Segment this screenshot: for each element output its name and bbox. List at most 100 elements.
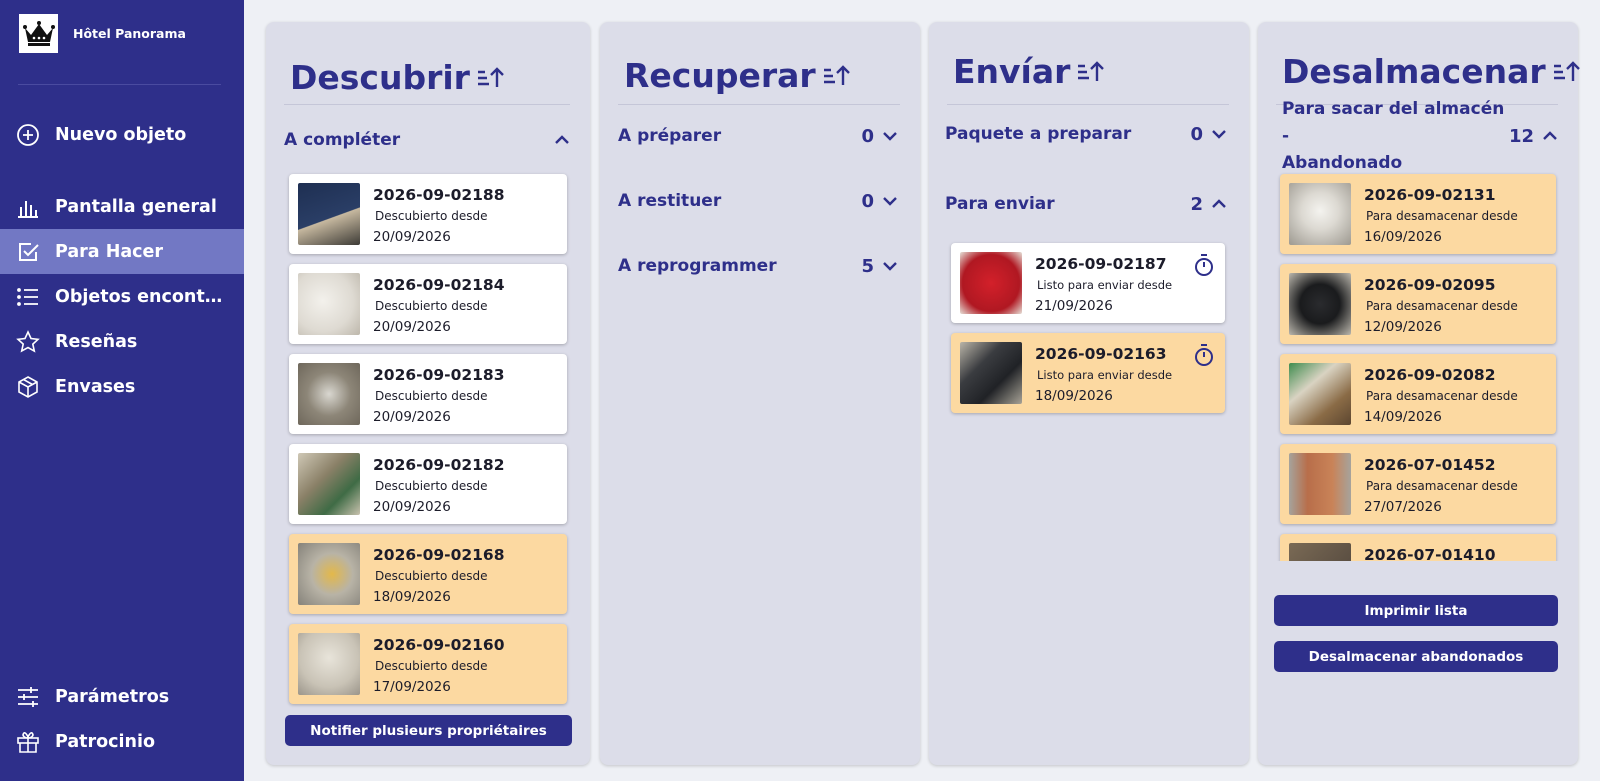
item-photo (1289, 183, 1351, 245)
section-to-return[interactable]: A restituer 0 (618, 188, 898, 214)
item-status: Para desamacenar desde (1366, 209, 1518, 223)
cards-list: 2026-09-02131 Para desamacenar desde 16/… (1258, 172, 1578, 561)
item-card[interactable]: 2026-09-02187 Listo para enviar desde 21… (951, 243, 1225, 323)
section-to-complete[interactable]: A compléter (284, 127, 570, 153)
section-label: Para sacar del almacén - Abandonado (1282, 96, 1509, 177)
item-card[interactable]: 2026-09-02095 Para desamacenar desde 12/… (1280, 264, 1556, 344)
sort-icon[interactable] (822, 63, 850, 89)
item-status: Listo para enviar desde (1037, 278, 1173, 292)
section-label: A reprogrammer (618, 256, 777, 276)
sort-icon[interactable] (1076, 59, 1105, 85)
sidebar-item-new-object[interactable]: Nuevo objeto (0, 112, 244, 157)
item-status: Descubierto desde (375, 299, 488, 313)
item-card[interactable]: 2026-09-02182 Descubierto desde 20/09/20… (289, 444, 567, 524)
sidebar-divider (18, 84, 221, 85)
item-status: Descubierto desde (375, 479, 488, 493)
item-card[interactable]: 2026-09-02168 Descubierto desde 18/09/20… (289, 534, 567, 614)
item-photo (1289, 363, 1351, 425)
section-abandoned[interactable]: Para sacar del almacén - Abandonado 12 (1282, 99, 1558, 173)
item-status: Descubierto desde (375, 209, 488, 223)
column-enviar: Envíar Paquete a preparar 0 Para enviar … (929, 22, 1249, 765)
item-photo (960, 252, 1022, 314)
sidebar-item-settings[interactable]: Parámetros (0, 674, 244, 719)
item-id: 2026-09-02095 (1364, 276, 1496, 294)
item-photo (1289, 453, 1351, 515)
column-title-text: Recuperar (624, 56, 816, 95)
sidebar: Hôtel Panorama Nuevo objeto Pantalla gen… (0, 0, 244, 781)
item-id: 2026-09-02184 (373, 276, 505, 294)
section-label: Paquete a preparar (945, 124, 1132, 144)
item-status: Descubierto desde (375, 659, 488, 673)
bar-chart-icon (16, 195, 40, 219)
item-date: 16/09/2026 (1364, 229, 1442, 245)
sort-icon[interactable] (476, 65, 504, 91)
section-to-reschedule[interactable]: A reprogrammer 5 (618, 253, 898, 279)
star-icon (16, 329, 40, 354)
item-photo (298, 453, 360, 515)
sidebar-item-label: Patrocinio (55, 731, 156, 752)
column-title: Recuperar (624, 56, 850, 95)
item-status: Descubierto desde (375, 569, 488, 583)
section-to-prepare[interactable]: A préparer 0 (618, 123, 898, 149)
item-card[interactable]: 2026-09-02131 Para desamacenar desde 16/… (1280, 174, 1556, 254)
sort-icon[interactable] (1552, 59, 1580, 85)
sidebar-item-label: Objetos encontrados (55, 286, 227, 307)
item-id: 2026-09-02160 (373, 636, 505, 654)
chevron-down-icon (882, 131, 898, 141)
column-title-text: Desalmacenar (1282, 52, 1546, 91)
column-title-text: Descubrir (290, 58, 470, 97)
sidebar-item-label: Pantalla general (55, 196, 217, 217)
item-card[interactable]: 2026-09-02082 Para desamacenar desde 14/… (1280, 354, 1556, 434)
item-card[interactable]: 2026-09-02163 Listo para enviar desde 18… (951, 333, 1225, 413)
cards-list: 2026-09-02188 Descubierto desde 20/09/20… (266, 170, 590, 718)
column-title: Descubrir (290, 58, 504, 97)
item-card[interactable]: 2026-09-02188 Descubierto desde 20/09/20… (289, 174, 567, 254)
notify-owners-button[interactable]: Notifier plusieurs propriétaires (285, 715, 572, 746)
column-title: Desalmacenar (1282, 52, 1580, 91)
item-id: 2026-09-02188 (373, 186, 505, 204)
sidebar-item-found-objects[interactable]: Objetos encontrados (0, 274, 244, 319)
sidebar-item-sponsorship[interactable]: Patrocinio (0, 719, 244, 764)
item-status: Listo para enviar desde (1037, 368, 1173, 382)
item-photo (1289, 543, 1351, 561)
section-label-line1: Para sacar del almacén - (1282, 98, 1505, 146)
item-id: 2026-07-01410 (1364, 546, 1496, 561)
chevron-up-icon (554, 135, 570, 145)
item-card[interactable]: 2026-09-02183 Descubierto desde 20/09/20… (289, 354, 567, 434)
item-card[interactable]: 2026-07-01452 Para desamacenar desde 27/… (1280, 444, 1556, 524)
column-descubrir: Descubrir A compléter 2026-09-02188 Desc… (266, 22, 590, 765)
item-id: 2026-09-02182 (373, 456, 505, 474)
sidebar-item-dashboard[interactable]: Pantalla general (0, 184, 244, 229)
item-id: 2026-09-02082 (1364, 366, 1496, 384)
hotel-name: Hôtel Panorama (73, 26, 186, 41)
item-date: 17/09/2026 (373, 679, 451, 695)
sidebar-item-todo[interactable]: Para Hacer (0, 229, 244, 274)
section-label-line2: Abandonado (1282, 152, 1403, 173)
section-label: A restituer (618, 191, 722, 211)
section-label: A préparer (618, 126, 722, 146)
section-to-send[interactable]: Para enviar 2 (945, 191, 1227, 217)
plus-circle-icon (16, 123, 40, 147)
item-status: Para desamacenar desde (1366, 479, 1518, 493)
section-count: 12 (1508, 125, 1534, 147)
list-icon (16, 285, 40, 309)
item-date: 21/09/2026 (1035, 298, 1113, 314)
unstore-abandoned-button[interactable]: Desalmacenar abandonados (1274, 641, 1558, 672)
sidebar-item-packages[interactable]: Envases (0, 364, 244, 409)
chevron-up-icon (1542, 131, 1558, 141)
item-date: 27/07/2026 (1364, 499, 1442, 515)
sidebar-item-reviews[interactable]: Reseñas (0, 319, 244, 364)
print-list-button[interactable]: Imprimir lista (1274, 595, 1558, 626)
item-date: 20/09/2026 (373, 499, 451, 515)
item-card[interactable]: 2026-09-02184 Descubierto desde 20/09/20… (289, 264, 567, 344)
sidebar-item-label: Envases (55, 376, 136, 397)
section-package-to-prepare[interactable]: Paquete a preparar 0 (945, 121, 1227, 147)
section-count: 0 (861, 125, 874, 147)
item-date: 18/09/2026 (373, 589, 451, 605)
item-id: 2026-09-02168 (373, 546, 505, 564)
item-photo (960, 342, 1022, 404)
item-card[interactable]: 2026-07-01410 (1280, 534, 1556, 561)
crown-icon (19, 14, 58, 53)
item-card[interactable]: 2026-09-02160 Descubierto desde 17/09/20… (289, 624, 567, 704)
gift-icon (16, 730, 40, 754)
